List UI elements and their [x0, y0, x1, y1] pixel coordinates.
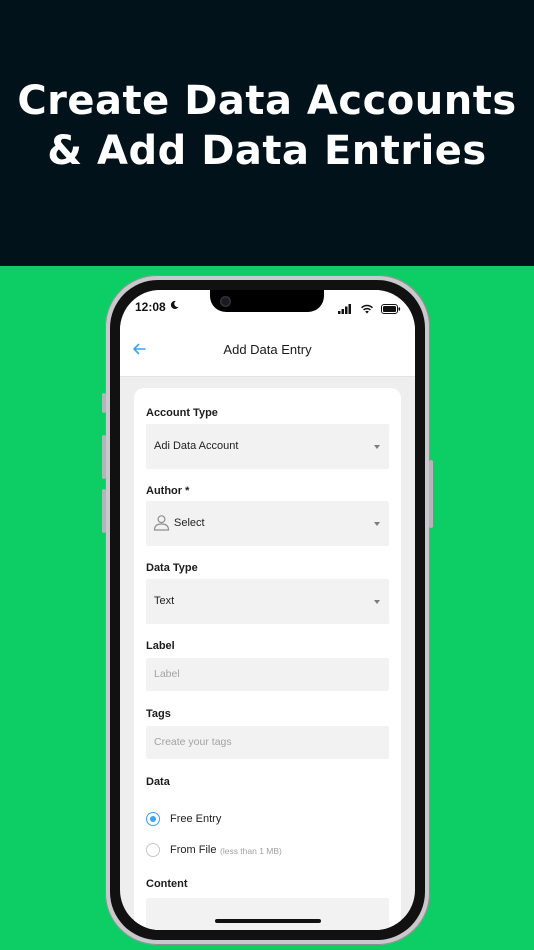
- phone-mute-switch: [102, 393, 106, 413]
- camera-notch: [210, 290, 324, 312]
- signal-icon: [338, 304, 352, 314]
- status-icons: [338, 301, 401, 314]
- author-select[interactable]: Select: [146, 501, 389, 546]
- chevron-down-icon: [374, 522, 380, 526]
- wifi-icon: [360, 304, 373, 314]
- page-title: Add Data Entry: [223, 342, 312, 357]
- phone-power-button: [429, 460, 433, 528]
- radio-free-entry-label[interactable]: Free Entry: [170, 813, 221, 825]
- chevron-down-icon: [374, 600, 380, 604]
- phone-frame: 12:08 Add Data Entry Account Type Adi Da…: [102, 275, 433, 945]
- label-input-placeholder: Label: [154, 668, 180, 680]
- nav-bar: Add Data Entry: [120, 324, 415, 377]
- author-value: Select: [174, 517, 205, 529]
- data-type-select[interactable]: Text: [146, 579, 389, 624]
- tags-input[interactable]: Create your tags: [146, 726, 389, 759]
- hero-title-line-2: & Add Data Entries: [47, 128, 487, 174]
- phone-screen: 12:08 Add Data Entry Account Type Adi Da…: [120, 290, 415, 930]
- data-label: Data: [146, 776, 170, 788]
- radio-from-file-label[interactable]: From File: [170, 844, 216, 856]
- phone-volume-up: [102, 435, 106, 479]
- label-field-label: Label: [146, 640, 175, 652]
- home-indicator[interactable]: [215, 919, 321, 923]
- hero-title-line-1: Create Data Accounts: [17, 78, 517, 124]
- data-type-value: Text: [154, 595, 175, 607]
- status-time: 12:08: [135, 300, 166, 314]
- phone-volume-down: [102, 489, 106, 533]
- radio-from-file[interactable]: [146, 843, 160, 857]
- account-type-select[interactable]: Adi Data Account: [146, 424, 389, 469]
- author-label: Author *: [146, 485, 190, 497]
- tags-label: Tags: [146, 708, 171, 720]
- moon-icon: [170, 300, 179, 313]
- front-camera-icon: [220, 296, 231, 307]
- person-icon: [153, 515, 170, 531]
- hero-banner: Create Data Accounts & Add Data Entries: [0, 0, 534, 266]
- battery-icon: [381, 304, 401, 314]
- file-size-hint: (less than 1 MB): [220, 846, 282, 856]
- tags-input-placeholder: Create your tags: [154, 736, 232, 748]
- chevron-down-icon: [374, 445, 380, 449]
- content-input[interactable]: [146, 898, 389, 930]
- form-card: Account Type Adi Data Account Author * S…: [134, 388, 401, 930]
- account-type-label: Account Type: [146, 407, 218, 419]
- data-type-label: Data Type: [146, 562, 198, 574]
- label-input[interactable]: Label: [146, 658, 389, 691]
- status-bar: 12:08: [120, 290, 415, 324]
- content-label: Content: [146, 878, 188, 890]
- radio-free-entry[interactable]: [146, 812, 160, 826]
- account-type-value: Adi Data Account: [154, 440, 239, 452]
